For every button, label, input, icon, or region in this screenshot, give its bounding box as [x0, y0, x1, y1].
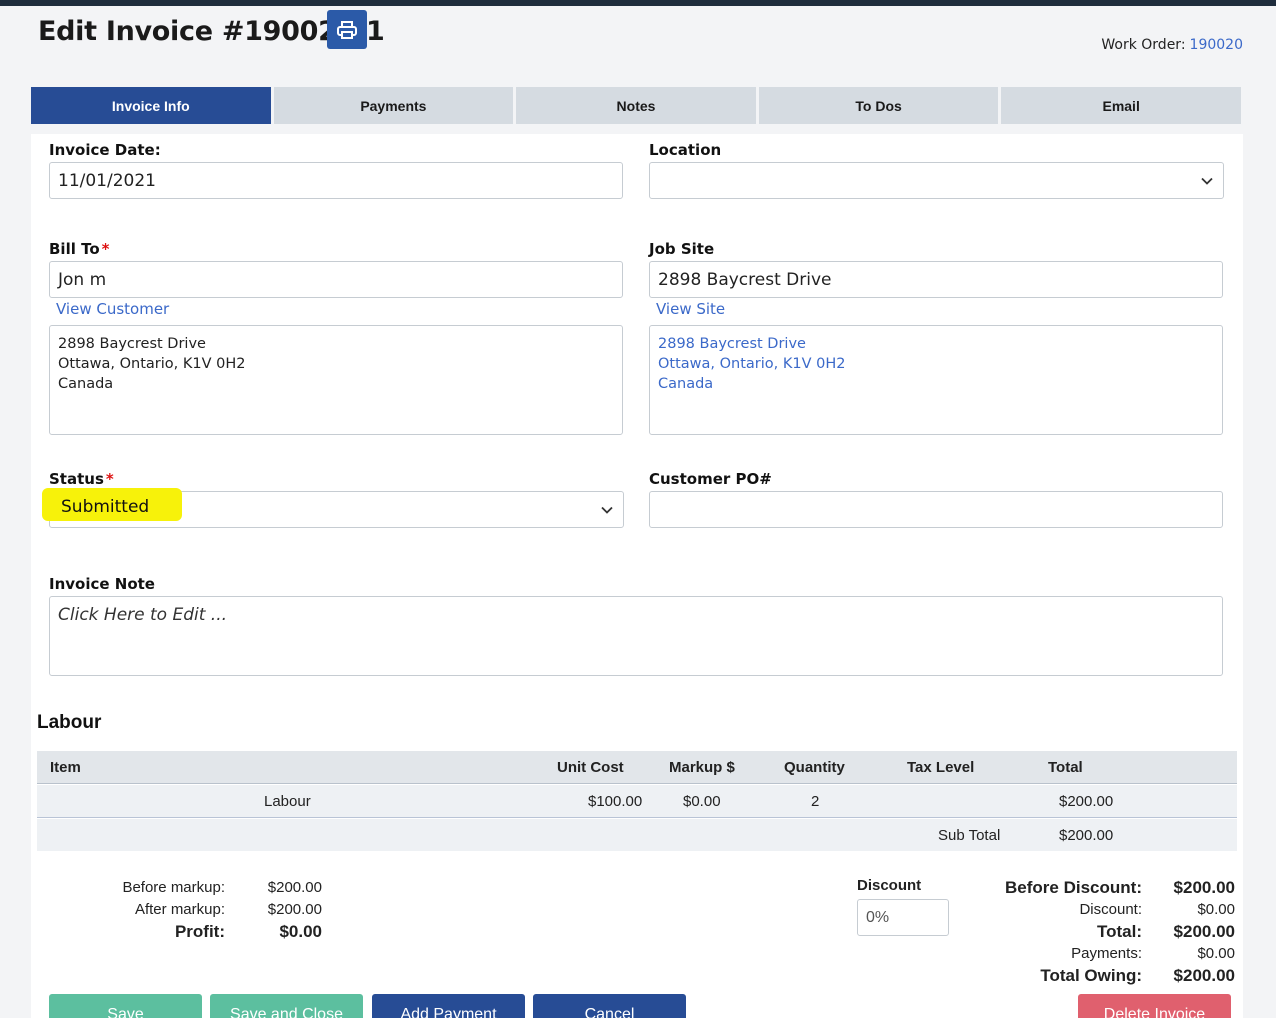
- job-site-label: Job Site: [649, 240, 715, 258]
- profit-label: Profit:: [174, 922, 225, 941]
- save-button[interactable]: Save: [49, 994, 202, 1018]
- invoice-date-label: Invoice Date:: [49, 141, 161, 159]
- location-label: Location: [649, 141, 722, 159]
- job-site-input[interactable]: 2898 Baycrest Drive: [649, 261, 1223, 298]
- site-address-box[interactable]: 2898 Baycrest Drive Ottawa, Ontario, K1V…: [649, 325, 1223, 435]
- cell-quantity: 2: [811, 793, 820, 810]
- cell-item: Labour: [264, 793, 311, 810]
- status-label-text: Status: [49, 470, 104, 488]
- printer-icon: [337, 20, 357, 39]
- delete-invoice-button[interactable]: Delete Invoice: [1078, 994, 1231, 1018]
- after-markup-value: $200.00: [267, 901, 322, 918]
- tab-bar: Invoice Info Payments Notes To Dos Email: [31, 87, 1241, 124]
- work-order-label: Work Order:: [1101, 37, 1186, 53]
- labour-table-header: Item Unit Cost Markup $ Quantity Tax Lev…: [37, 751, 1237, 784]
- site-address-line: 2898 Baycrest Drive: [658, 336, 806, 352]
- status-label: Status *: [49, 470, 114, 488]
- site-address-line: Ottawa, Ontario, K1V 0H2: [658, 356, 846, 372]
- col-markup: Markup $: [669, 759, 735, 776]
- profit-value: $0.00: [279, 922, 322, 941]
- discount-input[interactable]: 0%: [857, 899, 949, 936]
- payments-label: Payments:: [1071, 945, 1142, 962]
- customer-po-label: Customer PO#: [649, 470, 772, 488]
- bill-address-line: Canada: [58, 376, 114, 392]
- view-customer-link[interactable]: View Customer: [56, 300, 169, 318]
- total-owing-label: Total Owing:: [1040, 966, 1142, 985]
- col-quantity: Quantity: [784, 759, 845, 776]
- col-total: Total: [1048, 759, 1083, 776]
- total-owing-value: $200.00: [1173, 966, 1235, 985]
- add-payment-button[interactable]: Add Payment: [372, 994, 525, 1018]
- labour-section-title: Labour: [37, 712, 102, 733]
- subtotal-row: Sub Total $200.00: [37, 819, 1237, 851]
- required-mark: *: [101, 240, 110, 258]
- cancel-button[interactable]: Cancel: [533, 994, 686, 1018]
- chevron-down-icon: [601, 506, 613, 514]
- after-markup-label: After markup:: [134, 901, 225, 918]
- cell-unit-cost: $100.00: [588, 793, 643, 810]
- customer-po-input[interactable]: [649, 491, 1223, 528]
- tab-email[interactable]: Email: [1001, 87, 1241, 124]
- bill-address-box: 2898 Baycrest Drive Ottawa, Ontario, K1V…: [49, 325, 623, 435]
- col-unit-cost: Unit Cost: [557, 759, 624, 776]
- top-bar: [0, 0, 1276, 6]
- bill-to-label-text: Bill To: [49, 240, 100, 258]
- total-value: $200.00: [1173, 922, 1235, 941]
- cell-markup: $0.00: [683, 793, 721, 810]
- table-row[interactable]: Labour $100.00 $0.00 2 $200.00: [37, 785, 1237, 818]
- discount-label: Discount: [857, 877, 922, 894]
- status-value: Submitted: [61, 497, 150, 517]
- tab-to-dos[interactable]: To Dos: [758, 87, 999, 124]
- tab-notes[interactable]: Notes: [516, 87, 756, 124]
- invoice-note-label: Invoice Note: [49, 575, 155, 593]
- subtotal-value: $200.00: [1059, 827, 1114, 844]
- save-and-close-button[interactable]: Save and Close: [210, 994, 363, 1018]
- tab-payments[interactable]: Payments: [273, 87, 514, 124]
- location-select[interactable]: [649, 162, 1224, 199]
- bill-address-line: 2898 Baycrest Drive: [58, 336, 206, 352]
- work-order-link[interactable]: 190020: [1190, 37, 1243, 53]
- tab-invoice-info[interactable]: Invoice Info: [31, 87, 271, 124]
- bill-to-label: Bill To *: [49, 240, 109, 258]
- total-label: Total:: [1096, 922, 1142, 941]
- cell-total: $200.00: [1059, 793, 1114, 810]
- view-site-link[interactable]: View Site: [656, 300, 725, 318]
- before-markup-label: Before markup:: [122, 879, 225, 896]
- work-order: Work Order: 190020: [1101, 37, 1243, 53]
- chevron-down-icon: [1201, 177, 1213, 185]
- before-discount-value: $200.00: [1173, 878, 1235, 897]
- before-markup-value: $200.00: [267, 879, 322, 896]
- subtotal-label: Sub Total: [938, 827, 1001, 844]
- col-item: Item: [50, 759, 81, 776]
- discount-total-value: $0.00: [1197, 901, 1235, 918]
- col-tax-level: Tax Level: [907, 759, 975, 776]
- payments-value: $0.00: [1197, 945, 1235, 962]
- discount-total-label: Discount:: [1079, 901, 1142, 918]
- print-button[interactable]: [327, 10, 367, 49]
- required-mark: *: [105, 470, 114, 488]
- bill-to-input[interactable]: Jon m: [49, 261, 623, 298]
- site-address-line: Canada: [658, 376, 714, 392]
- bill-address-line: Ottawa, Ontario, K1V 0H2: [58, 356, 246, 372]
- invoice-date-input[interactable]: 11/01/2021: [49, 162, 623, 199]
- before-discount-label: Before Discount:: [1005, 878, 1142, 897]
- invoice-note-editor[interactable]: Click Here to Edit ...: [49, 596, 1223, 676]
